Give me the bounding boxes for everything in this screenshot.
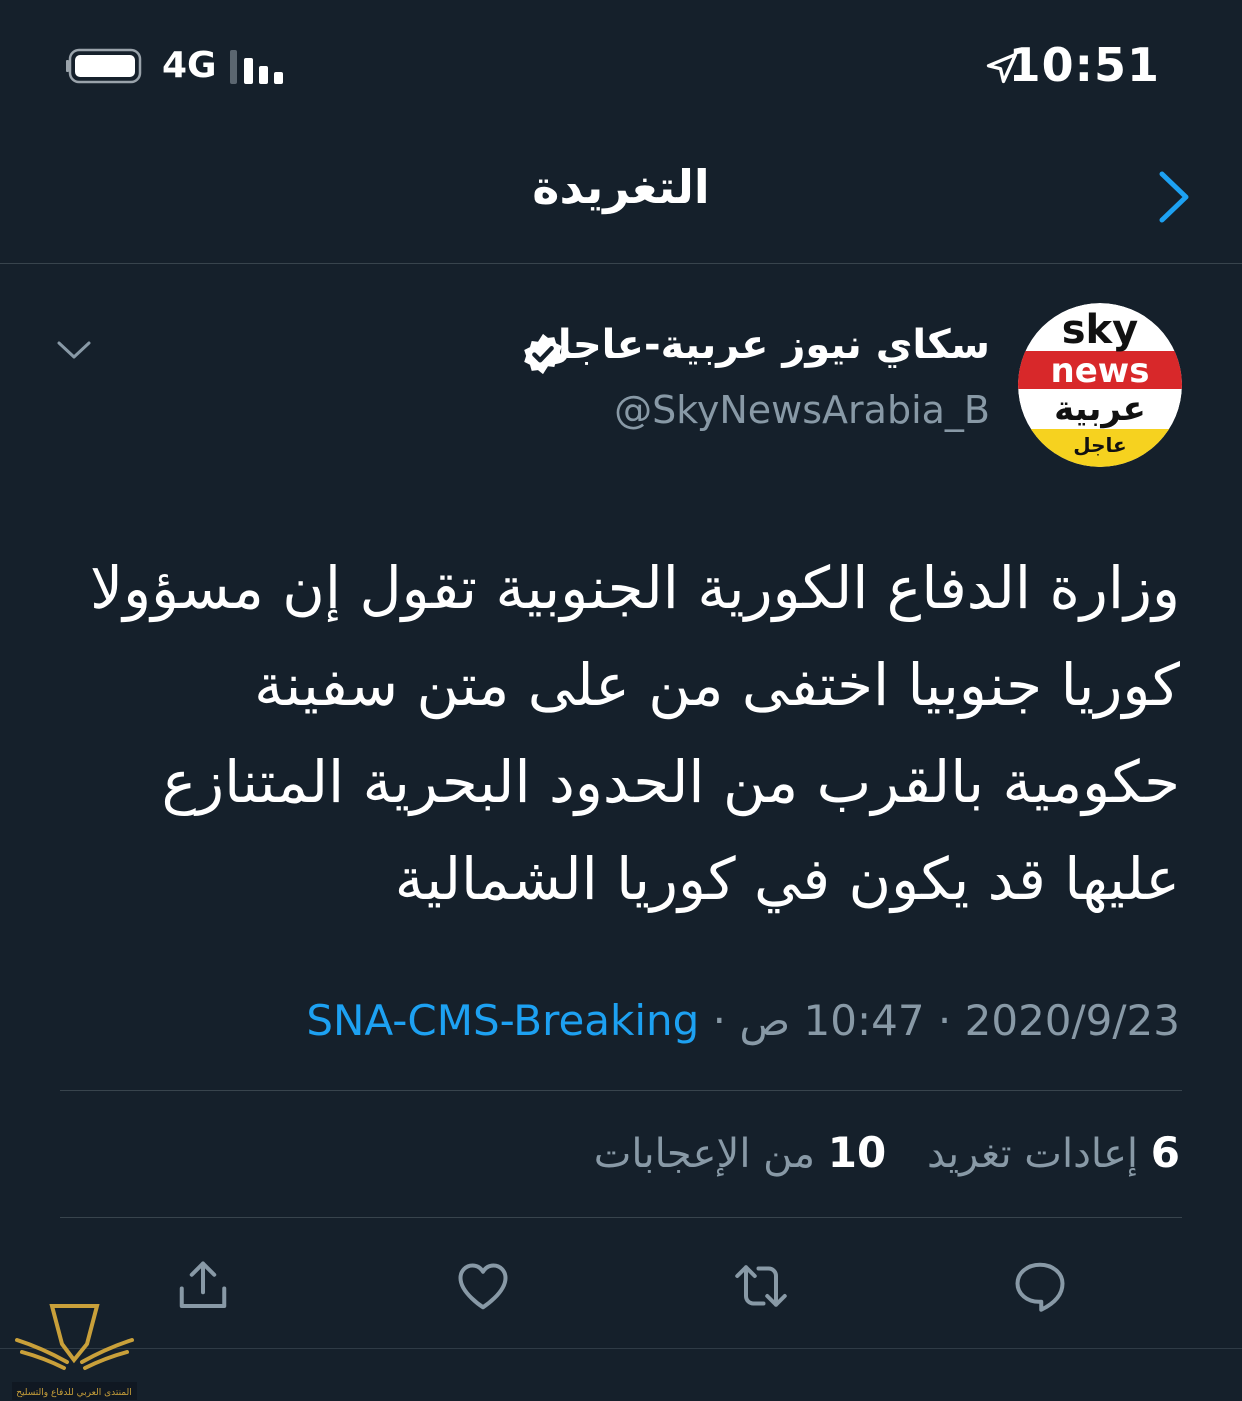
logo-arabic: عربية — [1054, 389, 1146, 429]
retweets-label: إعادات تغريد — [926, 1131, 1139, 1177]
verified-badge-icon — [524, 333, 562, 375]
like-icon[interactable] — [453, 1256, 513, 1316]
meta-separator: · — [937, 996, 952, 1045]
logo-sky: sky — [1061, 307, 1139, 353]
retweets-stat[interactable]: 6 إعادات تغريد — [926, 1128, 1180, 1177]
retweet-icon[interactable] — [731, 1256, 791, 1316]
chevron-down-icon[interactable] — [56, 338, 92, 362]
logo-breaking: عاجل — [1073, 433, 1127, 457]
battery-icon — [66, 48, 142, 84]
likes-stat[interactable]: 10 من الإعجابات — [593, 1128, 887, 1177]
divider — [60, 1090, 1182, 1091]
tweet-time: 10:47 ص — [739, 996, 925, 1045]
tweet-meta: SNA-CMS-Breaking · 10:47 ص · 2020/9/23 — [306, 996, 1180, 1045]
tweet-date: 2020/9/23 — [964, 996, 1180, 1045]
header-divider — [0, 263, 1242, 264]
share-icon[interactable] — [173, 1256, 233, 1316]
likes-label: من الإعجابات — [593, 1131, 816, 1177]
author-handle[interactable]: @SkyNewsArabia_B — [614, 388, 990, 432]
avatar[interactable]: sky news عربية عاجل — [1018, 303, 1182, 467]
tweet-source[interactable]: SNA-CMS-Breaking — [306, 996, 699, 1045]
forum-watermark-logo: المنتدى العربي للدفاع والتسليح — [12, 1304, 137, 1400]
location-arrow-icon — [986, 52, 1018, 84]
meta-separator: · — [712, 996, 727, 1045]
likes-count: 10 — [827, 1128, 887, 1177]
tab-bar-divider — [0, 1348, 1242, 1349]
divider — [60, 1217, 1182, 1218]
logo-news: news — [1050, 351, 1150, 391]
tweet-stats: 6 إعادات تغريد 10 من الإعجابات — [594, 1128, 1180, 1177]
signal-icon — [230, 50, 283, 84]
tweet-text: وزارة الدفاع الكورية الجنوبية تقول إن مس… — [90, 554, 1180, 913]
page-title: التغريدة — [532, 160, 710, 214]
svg-text:المنتدى العربي للدفاع والتسليح: المنتدى العربي للدفاع والتسليح — [16, 1388, 131, 1398]
retweets-count: 6 — [1150, 1128, 1180, 1177]
author-name[interactable]: سكاي نيوز عربية-عاجل — [537, 322, 990, 368]
reply-icon[interactable] — [1010, 1256, 1070, 1316]
chevron-right-icon[interactable] — [1154, 168, 1194, 226]
network-type: 4G — [162, 45, 217, 86]
status-time: 10:51 — [1008, 38, 1160, 92]
